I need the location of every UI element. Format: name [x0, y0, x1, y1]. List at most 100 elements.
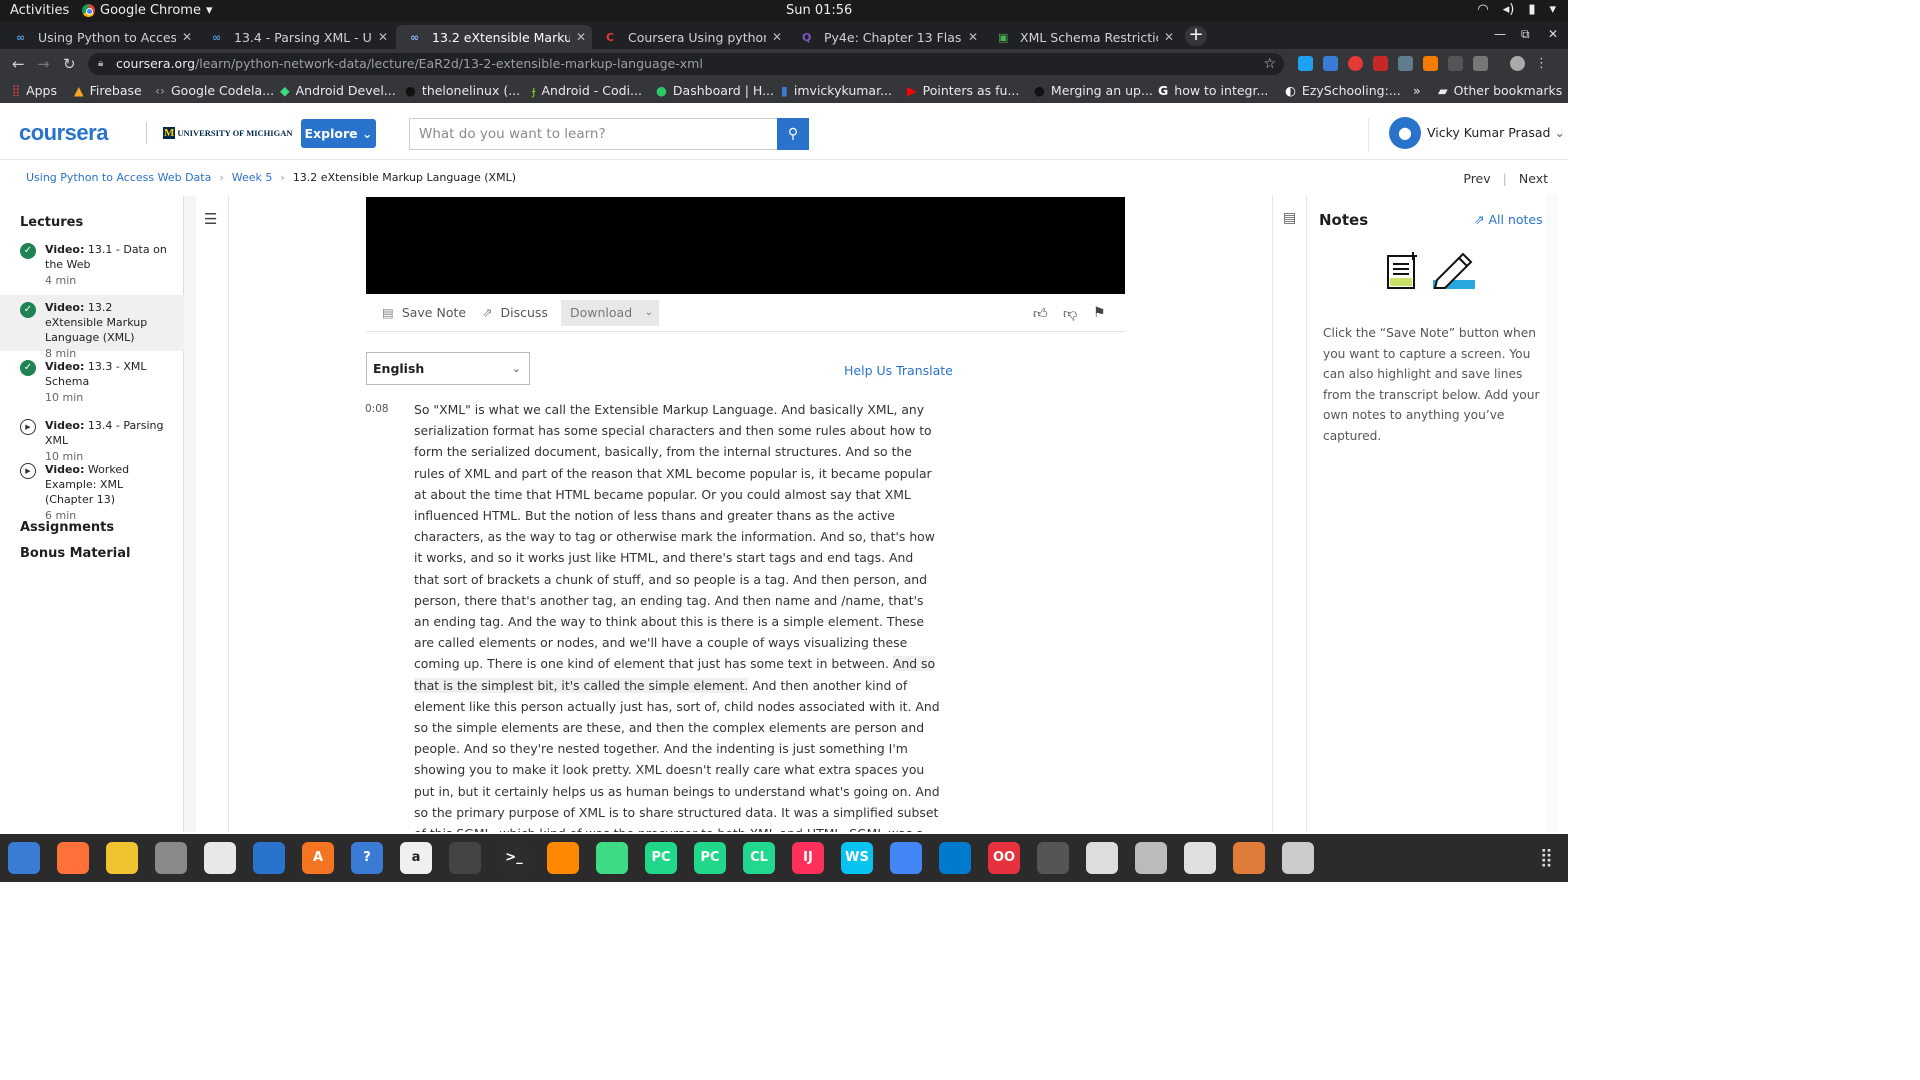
show-applications-icon[interactable]: ⣿ [1540, 847, 1554, 868]
bookmark-apps[interactable]: ⣿ Apps [12, 83, 57, 98]
color-picker-icon[interactable] [1037, 842, 1069, 874]
extension-icon[interactable] [1373, 56, 1388, 71]
address-bar[interactable]: 🔒︎ coursera.org/learn/python-network-dat… [88, 53, 1284, 75]
anbox-icon[interactable]: OO [988, 842, 1020, 874]
activities-button[interactable]: Activities [10, 3, 69, 18]
browser-tab[interactable]: ∞ 13.4 - Parsing XML - Univer ✕ [198, 25, 394, 49]
prev-button[interactable]: Prev [1463, 171, 1490, 186]
clion-icon[interactable]: CL [743, 842, 775, 874]
bonus-material-link[interactable]: Bonus Material [20, 546, 130, 561]
extension-icon[interactable] [1298, 56, 1313, 71]
text-editor-icon[interactable] [204, 842, 236, 874]
firefox-icon[interactable] [57, 842, 89, 874]
help-translate-link[interactable]: Help Us Translate [844, 363, 953, 378]
video-player[interactable] [366, 197, 1125, 294]
close-icon[interactable]: ✕ [772, 30, 782, 44]
app-menu[interactable]: Google Chrome ▾ [82, 3, 213, 18]
reload-icon[interactable]: ↻ [63, 55, 76, 73]
bookmark-item[interactable]: ▲ Firebase [74, 83, 142, 98]
flag-icon[interactable]: ⚑ [1093, 305, 1106, 321]
scanner-icon[interactable] [1135, 842, 1167, 874]
transcript-text[interactable]: So "XML" is what we call the Extensible … [414, 399, 940, 832]
next-button[interactable]: Next [1519, 171, 1548, 186]
extension-icon[interactable] [1448, 56, 1463, 71]
pycharm-icon[interactable]: PC [645, 842, 677, 874]
writer-icon[interactable] [253, 842, 285, 874]
browser-tab[interactable]: Q Py4e: Chapter 13 Flashcar ✕ [788, 25, 984, 49]
intellij-icon[interactable]: IJ [792, 842, 824, 874]
close-icon[interactable]: ✕ [378, 30, 388, 44]
close-icon[interactable]: ✕ [968, 30, 978, 44]
thumbs-up-icon[interactable]: 👍︎ [1033, 305, 1048, 322]
save-note-button[interactable]: ▤ Save Note [382, 305, 466, 320]
lecture-item[interactable]: ▶ Video: Worked Example: XML (Chapter 13… [0, 462, 184, 522]
bookmark-item[interactable]: ▮ imvickykumar... [781, 83, 892, 98]
breadcrumb-week[interactable]: Week 5 [232, 171, 273, 184]
all-notes-link[interactable]: ⇗ All notes [1474, 212, 1543, 227]
transcript-timestamp[interactable]: 0:08 [365, 403, 389, 415]
extension-icon[interactable] [1473, 56, 1488, 71]
forward-icon[interactable]: → [37, 55, 50, 73]
bookmark-item[interactable]: ● Dashboard | H... [656, 83, 774, 98]
amazon-icon[interactable]: a [400, 842, 432, 874]
bookmark-item[interactable]: ɟ Android - Codi... [532, 83, 642, 98]
printer-icon[interactable] [1086, 842, 1118, 874]
vscode-icon[interactable] [939, 842, 971, 874]
chrome-icon[interactable] [890, 842, 922, 874]
extension-icon[interactable] [1398, 56, 1413, 71]
bookmark-item[interactable]: ‹› Google Codela... [155, 83, 274, 98]
bookmark-item[interactable]: ◆ Android Devel... [280, 83, 396, 98]
image-viewer-icon[interactable] [1184, 842, 1216, 874]
software-icon[interactable]: A [302, 842, 334, 874]
android-studio-icon[interactable] [596, 842, 628, 874]
browser-tab[interactable]: ∞ Using Python to Access W ✕ [2, 25, 198, 49]
browser-tab[interactable]: ▣ XML Schema Restrictions/ ✕ [984, 25, 1180, 49]
bookmarks-overflow[interactable]: » [1413, 83, 1421, 98]
sidebar-scrollbar[interactable] [184, 196, 196, 832]
help-icon[interactable]: ? [351, 842, 383, 874]
search-input[interactable]: What do you want to learn? [409, 118, 777, 150]
video-editor-icon[interactable] [449, 842, 481, 874]
search-button[interactable]: ⚲ [777, 118, 809, 150]
maximize-icon[interactable]: ⧉ [1521, 27, 1530, 42]
explore-button[interactable]: Explore ⌄ [301, 119, 376, 148]
transcript-sentence[interactable]: So "XML" is what we call the Extensible … [414, 402, 935, 671]
browser-tab[interactable]: C Coursera Using python to ✕ [592, 25, 788, 49]
new-tab-button[interactable]: + [1185, 26, 1207, 46]
lecture-item[interactable]: ✓ Video: 13.3 - XML Schema 10 min [0, 359, 184, 409]
lecture-item[interactable]: ✓ Video: 13.1 - Data on the Web 4 min [0, 242, 184, 292]
coursera-logo[interactable]: coursera [19, 120, 108, 146]
terminal-icon[interactable]: >_ [498, 842, 530, 874]
webcam-icon[interactable] [1282, 842, 1314, 874]
extension-icon[interactable] [1423, 56, 1438, 71]
minimize-icon[interactable]: — [1494, 27, 1506, 41]
extension-icon[interactable] [1348, 56, 1363, 71]
thunderbird-icon[interactable] [8, 842, 40, 874]
avatar[interactable]: ● [1389, 117, 1421, 149]
breadcrumb-course[interactable]: Using Python to Access Web Data [26, 171, 211, 184]
partner-logo[interactable]: M UNIVERSITY OF MICHIGAN [163, 127, 292, 139]
back-icon[interactable]: ← [12, 55, 25, 73]
clock[interactable]: Sun 01:56 [786, 3, 852, 18]
lecture-item-active[interactable]: ✓ Video: 13.2 eXtensible Markup Language… [0, 295, 184, 360]
user-menu[interactable]: Vicky Kumar Prasad ⌄ [1427, 125, 1565, 140]
system-tray[interactable]: ◠ ◂) ▮ ▾ [1477, 2, 1556, 17]
rhythmbox-icon[interactable] [106, 842, 138, 874]
language-select[interactable]: English ⌄ [366, 352, 530, 385]
toggle-sidebar-button[interactable]: ☰ [197, 196, 229, 832]
archive-icon[interactable] [1233, 842, 1265, 874]
discuss-button[interactable]: ⇗ Discuss [482, 305, 548, 320]
download-dropdown[interactable]: Download ⌄ [561, 300, 659, 326]
vlc-icon[interactable] [547, 842, 579, 874]
notes-scrollbar[interactable] [1546, 196, 1558, 832]
bookmark-item[interactable]: ▶ Pointers as fu... [907, 83, 1019, 98]
thumbs-down-icon[interactable]: 👎︎ [1063, 305, 1077, 322]
assignments-link[interactable]: Assignments [20, 520, 114, 535]
lecture-item[interactable]: ▶ Video: 13.4 - Parsing XML 10 min [0, 418, 184, 463]
close-icon[interactable]: ✕ [1164, 30, 1174, 44]
bookmark-item[interactable]: ● thelonelinux (... [405, 83, 520, 98]
profile-icon[interactable] [1510, 56, 1525, 71]
pycharm-pro-icon[interactable]: PC [694, 842, 726, 874]
browser-tab-active[interactable]: ∞ 13.2 eXtensible Markup La ✕ [396, 25, 592, 49]
bookmark-item[interactable]: ● Merging an up... [1034, 83, 1153, 98]
